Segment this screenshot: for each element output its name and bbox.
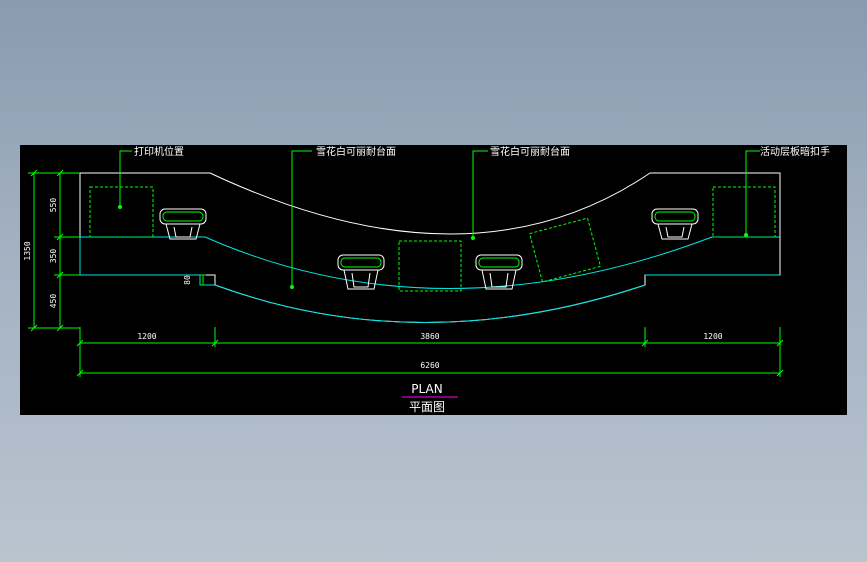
dim-total-width: 6260 — [420, 361, 439, 370]
right-cabinet — [712, 186, 776, 238]
label-printer-position: 打印机位置 — [134, 145, 184, 158]
callout-printer — [118, 150, 132, 209]
label-marble-top-1: 雪花白可丽耐台面 — [316, 145, 396, 158]
chair-3 — [475, 254, 523, 290]
chair-4 — [651, 208, 699, 240]
callout-marble-2 — [471, 150, 488, 240]
counter-step-left — [199, 275, 215, 286]
dim-right-width: 1200 — [703, 332, 722, 341]
plan-drawing: 打印机位置 雪花白可丽耐台面 雪花白可丽耐台面 活动层板暗扣手 1350 550… — [23, 145, 830, 414]
printer-cabinet — [89, 186, 154, 238]
title-english: PLAN — [411, 382, 442, 396]
dim-vertical-top: 550 — [49, 198, 58, 213]
dim-vertical-mid: 350 — [49, 249, 58, 264]
chair-1 — [159, 208, 207, 240]
dim-step: 80 — [183, 275, 192, 285]
label-movable-shelf: 活动层板暗扣手 — [760, 145, 830, 158]
dim-center-width: 3860 — [420, 332, 439, 341]
cad-viewport[interactable]: 打印机位置 雪花白可丽耐台面 雪花白可丽耐台面 活动层板暗扣手 1350 550… — [20, 145, 847, 415]
outline-top-left — [79, 172, 781, 323]
dim-vertical-total: 1350 — [23, 241, 32, 260]
dim-vertical-bottom: 450 — [49, 294, 58, 309]
rotated-cabinet — [528, 217, 602, 283]
dim-left-width: 1200 — [137, 332, 156, 341]
callout-shelf — [744, 150, 760, 237]
center-cabinet — [398, 240, 462, 292]
title-chinese: 平面图 — [409, 400, 445, 414]
label-marble-top-2: 雪花白可丽耐台面 — [490, 145, 570, 158]
